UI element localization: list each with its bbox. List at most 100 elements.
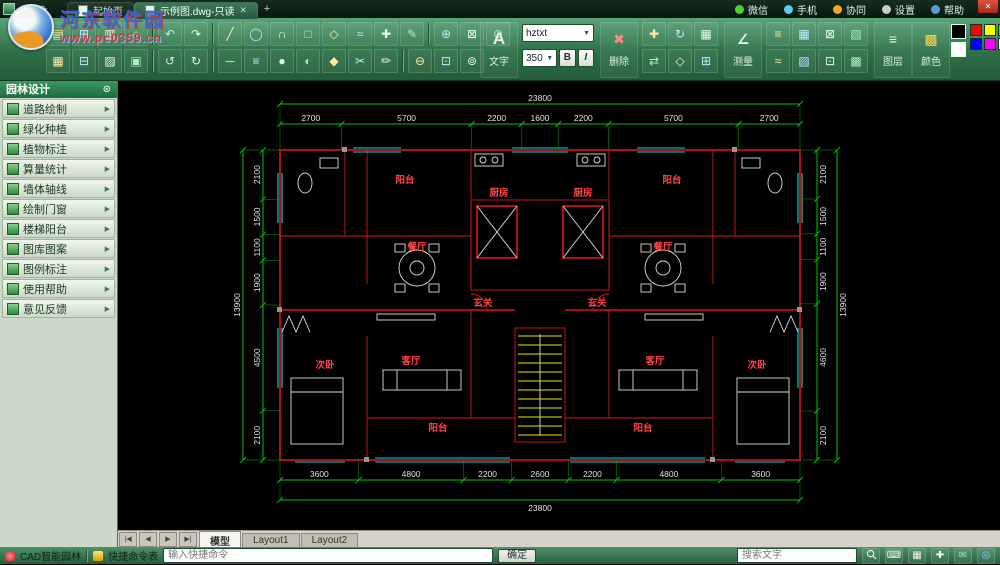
tab-layout1[interactable]: Layout1	[242, 532, 300, 547]
tool-r2-icon-0[interactable]: ▦	[46, 49, 70, 73]
tool-r2-icon-12[interactable]: ◆	[322, 49, 346, 73]
settings-button[interactable]: 设置	[874, 0, 923, 18]
ok-button[interactable]: 确定	[498, 548, 537, 563]
tool-r1-icon-13[interactable]: ≈	[348, 22, 372, 46]
tool-r1-icon-12[interactable]: ◇	[322, 22, 346, 46]
modify-icon-0[interactable]: ✚	[642, 22, 666, 46]
layer-button[interactable]: ≡ 图层	[874, 22, 912, 78]
tool-r2-icon-2[interactable]: ▨	[98, 49, 122, 73]
pin-icon[interactable]: ⊙	[103, 84, 111, 95]
next-layout-button[interactable]: ▶	[159, 532, 177, 547]
command-input[interactable]	[163, 548, 494, 563]
globe-icon[interactable]: ◎	[977, 547, 995, 564]
color-button[interactable]: ▩ 颜色	[912, 22, 950, 78]
tool-r2-icon-11[interactable]: ◐	[296, 49, 320, 73]
view-icon-3[interactable]: ▧	[844, 22, 868, 46]
shortcut-table-button[interactable]: 快捷命令表	[108, 548, 158, 563]
plus-icon[interactable]: ✚	[931, 547, 949, 564]
sidebar-item-quantity-statistics[interactable]: 算量统计 ▶	[2, 159, 115, 178]
view-icon-5[interactable]: ▨	[792, 49, 816, 73]
tool-r2-icon-3[interactable]: ▣	[124, 49, 148, 73]
tool-r1-icon-14[interactable]: ✚	[374, 22, 398, 46]
search-icon[interactable]	[862, 547, 880, 564]
view-icon-4[interactable]: ≈	[766, 49, 790, 73]
view-icon-7[interactable]: ▩	[844, 49, 868, 73]
tool-r2-icon-10[interactable]: ●	[270, 49, 294, 73]
swatch-white[interactable]	[951, 42, 966, 57]
layers-icon: ≡	[888, 31, 898, 47]
delete-button[interactable]: ✖ 删除	[600, 22, 638, 78]
tool-r2-icon-13[interactable]: ✂	[348, 49, 372, 73]
prev-layout-button[interactable]: ◀	[139, 532, 157, 547]
sidebar-item-plant-annotation[interactable]: 植物标注 ▶	[2, 139, 115, 158]
tab-model[interactable]: 模型	[199, 530, 241, 549]
tool-r2-icon-8[interactable]: ─	[218, 49, 242, 73]
view-icon-6[interactable]: ⊡	[818, 49, 842, 73]
help-button[interactable]: 帮助	[923, 0, 972, 18]
grid-icon[interactable]: ▦	[908, 547, 926, 564]
color-swatch-4[interactable]	[970, 38, 982, 50]
tool-r2-icon-6[interactable]: ↻	[184, 49, 208, 73]
sidebar-item-feedback[interactable]: 意见反馈 ▶	[2, 299, 115, 318]
chat-icon[interactable]: ✉	[954, 547, 972, 564]
leaf-icon	[7, 182, 19, 195]
room-label-6: 玄关	[473, 297, 493, 309]
swatch-black[interactable]	[951, 24, 966, 39]
drawing-canvas[interactable]: 2700 5700 2200 1600 2200 5700 2700 23800 3600 480…	[118, 80, 1000, 530]
first-layout-button[interactable]: |◀	[119, 532, 137, 547]
view-icon-0[interactable]: ≡	[766, 22, 790, 46]
view-icon-2[interactable]: ⊠	[818, 22, 842, 46]
modify-icon-4[interactable]: ◇	[668, 49, 692, 73]
bold-button[interactable]: B	[559, 49, 576, 67]
text-tool-button[interactable]: A 文字	[480, 22, 518, 78]
sidebar-item-legend-annotation[interactable]: 图例标注 ▶	[2, 259, 115, 278]
modify-icon-3[interactable]: ⇄	[642, 49, 666, 73]
color-swatch-5[interactable]	[984, 38, 996, 50]
tab-layout2[interactable]: Layout2	[300, 532, 359, 547]
sidebar-item-stairs-balcony[interactable]: 楼梯阳台 ▶	[2, 219, 115, 238]
sidebar-item-library-patterns[interactable]: 图库图案 ▶	[2, 239, 115, 258]
tool-r1-icon-10[interactable]: ∩	[270, 22, 294, 46]
window-close-button[interactable]: ✕	[978, 0, 998, 13]
sidebar-item-doors-windows[interactable]: 绘制门窗 ▶	[2, 199, 115, 218]
tool-r1-icon-15[interactable]: ✎	[400, 22, 424, 46]
modify-icon-5[interactable]: ⊞	[694, 49, 718, 73]
wechat-button[interactable]: 微信	[727, 0, 776, 18]
app-logo-icon	[5, 550, 15, 561]
sidebar-item-road-drawing[interactable]: 道路绘制 ▶	[2, 99, 115, 118]
new-tab-button[interactable]: +	[260, 3, 274, 15]
tool-r2-icon-14[interactable]: ✏	[374, 49, 398, 73]
color-swatch-1[interactable]	[984, 24, 996, 36]
search-input[interactable]	[737, 548, 857, 563]
italic-button[interactable]: I	[577, 49, 594, 67]
modify-icon-1[interactable]: ↻	[668, 22, 692, 46]
sidebar-item-wall-axis[interactable]: 墙体轴线 ▶	[2, 179, 115, 198]
tool-r2-icon-5[interactable]: ↺	[158, 49, 182, 73]
font-size-select[interactable]: 350 ▼	[522, 49, 558, 67]
tool-r1-icon-17[interactable]: ⊕	[434, 22, 458, 46]
modify-icon-2[interactable]: ▦	[694, 22, 718, 46]
color-swatch-0[interactable]	[970, 24, 982, 36]
view-icon-1[interactable]: ▦	[792, 22, 816, 46]
measure-button[interactable]: ∠ 测量	[724, 22, 762, 78]
dim-right: 1900	[818, 272, 828, 291]
tool-r1-icon-8[interactable]: ╱	[218, 22, 242, 46]
sidebar-item-greening-planting[interactable]: 绿化种植 ▶	[2, 119, 115, 138]
tool-r2-icon-1[interactable]: ⊟	[72, 49, 96, 73]
tool-r2-icon-17[interactable]: ⊡	[434, 49, 458, 73]
last-layout-button[interactable]: ▶|	[179, 532, 197, 547]
phone-button[interactable]: 手机	[776, 0, 825, 18]
tool-r1-icon-9[interactable]: ◯	[244, 22, 268, 46]
room-label-1: 厨房	[489, 187, 508, 199]
dim-top: 1600	[531, 113, 550, 123]
statusbar: CAD智能园林 快捷命令表 确定 ⌨ ▦ ✚ ✉ ◎	[0, 547, 1000, 564]
collaborate-button[interactable]: 协同	[825, 0, 874, 18]
tool-r2-icon-9[interactable]: ≡	[244, 49, 268, 73]
keyboard-icon[interactable]: ⌨	[885, 547, 903, 564]
tool-r1-icon-11[interactable]: □	[296, 22, 320, 46]
font-family-select[interactable]: hztxt ▼	[522, 24, 594, 42]
tool-r2-icon-16[interactable]: ⊖	[408, 49, 432, 73]
close-tab-icon[interactable]: ✕	[239, 5, 247, 16]
sidebar-item-help[interactable]: 使用帮助 ▶	[2, 279, 115, 298]
tool-r1-icon-6[interactable]: ↷	[184, 22, 208, 46]
